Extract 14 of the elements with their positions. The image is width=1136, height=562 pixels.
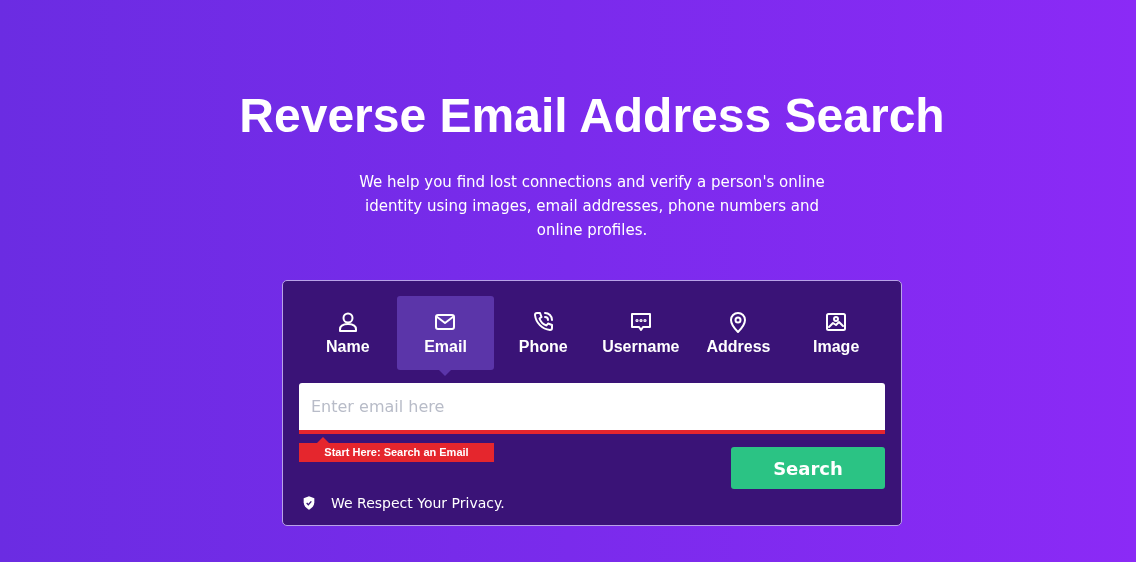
privacy-note: We Respect Your Privacy.: [331, 495, 505, 511]
description-text: We help you find lost connections and verify a person's online identity using images, email addresses, phone numbers and online profiles.: [358, 172, 826, 241]
search-tab[interactable]: Username: [592, 296, 690, 370]
search-tab[interactable]: Name: [299, 296, 397, 370]
shield-check-icon: [301, 495, 317, 511]
search-tab[interactable]: Image: [787, 296, 885, 370]
chat-icon: [628, 310, 653, 334]
hint-tag: Start Here: Search an Email: [299, 443, 494, 462]
search-tab[interactable]: Address: [689, 296, 788, 370]
email-input-field[interactable]: Enter email here: [299, 383, 885, 434]
search-tab[interactable]: Phone: [494, 296, 592, 370]
page-title: Reverse Email Address Search: [239, 88, 945, 144]
phone-icon: [531, 310, 556, 334]
image-icon: [824, 310, 849, 334]
